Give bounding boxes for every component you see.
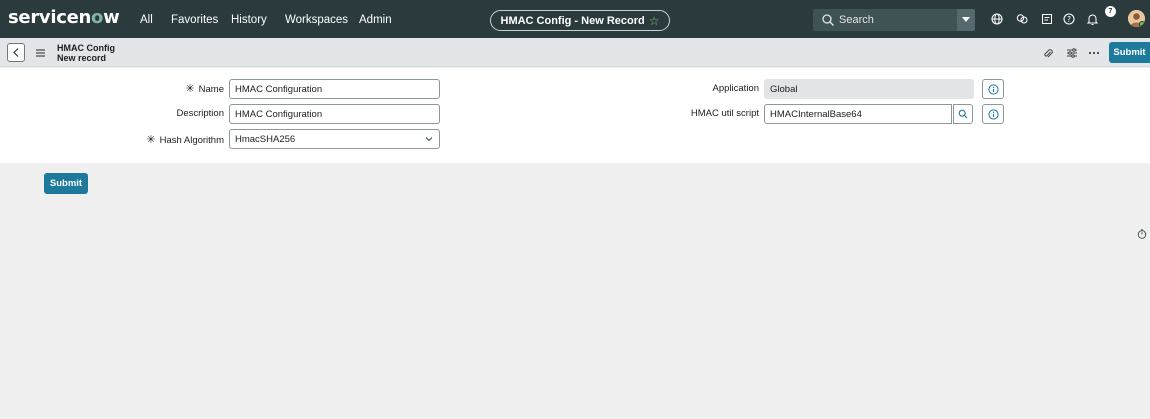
sliders-icon[interactable] (1066, 47, 1078, 59)
top-navigation-bar: servicenow All Favorites History Workspa… (0, 0, 1150, 38)
paperclip-icon[interactable] (1042, 47, 1054, 59)
application-info-button[interactable] (982, 79, 1004, 99)
required-marker-icon: ✳ (185, 83, 195, 95)
hmac-util-script-input[interactable]: HMACInternalBase64 (764, 104, 952, 124)
search-icon (958, 109, 968, 119)
help-icon[interactable]: ? (1062, 12, 1076, 26)
required-marker-icon: ✳ (146, 134, 156, 146)
hash-algorithm-select[interactable]: HmacSHA256 (229, 129, 440, 149)
application-label: Application (712, 83, 759, 94)
lookup-button[interactable] (953, 104, 973, 124)
nav-all[interactable]: All (140, 13, 153, 27)
form-record-state: New record (57, 53, 107, 63)
submit-button-footer[interactable]: Submit (44, 173, 88, 194)
description-label: Description (176, 108, 224, 119)
globe-icon[interactable] (990, 12, 1004, 26)
hash-algorithm-value: HmacSHA256 (235, 133, 296, 145)
svg-text:?: ? (1067, 15, 1071, 24)
servicenow-logo[interactable]: servicenow (8, 8, 120, 28)
nav-favorites[interactable]: Favorites (171, 13, 218, 27)
submit-button-header[interactable]: Submit (1109, 42, 1150, 63)
record-title-pill[interactable]: HMAC Config - New Record ☆ (490, 10, 670, 31)
name-label: ✳ Name (185, 83, 224, 95)
user-avatar[interactable] (1128, 10, 1145, 27)
back-button[interactable] (7, 43, 25, 62)
back-icon (13, 48, 19, 57)
menu-icon[interactable] (35, 48, 46, 58)
search-icon (822, 14, 834, 26)
presence-indicator (1139, 21, 1145, 27)
info-icon (987, 83, 999, 95)
search-scope-dropdown[interactable] (957, 9, 975, 31)
name-input[interactable]: HMAC Configuration (229, 79, 440, 99)
record-title: HMAC Config - New Record (500, 14, 645, 27)
chat-icon[interactable] (1015, 12, 1029, 26)
bell-icon[interactable] (1085, 12, 1099, 26)
notification-count-badge: 7 (1105, 6, 1116, 17)
list-icon[interactable] (1040, 12, 1054, 26)
util-script-info-button[interactable] (982, 104, 1004, 124)
form-body: ✳ Name HMAC Configuration Description HMA… (0, 68, 1150, 163)
timer-icon[interactable] (1137, 229, 1147, 239)
nav-history[interactable]: History (231, 13, 267, 27)
dropdown-arrow-icon (962, 17, 970, 22)
nav-admin[interactable]: Admin (359, 13, 392, 27)
form-table-name: HMAC Config (57, 43, 115, 53)
form-header-bar: HMAC Config New record Submit (0, 38, 1150, 67)
global-search[interactable]: Search (813, 9, 975, 31)
search-placeholder: Search (839, 14, 874, 26)
description-input[interactable]: HMAC Configuration (229, 104, 440, 124)
hash-algorithm-label: ✳ Hash Algorithm (146, 134, 224, 146)
favorite-star-icon[interactable]: ☆ (649, 14, 660, 28)
info-icon (987, 108, 999, 120)
nav-workspaces[interactable]: Workspaces (285, 13, 348, 27)
hmac-util-script-label: HMAC util script (690, 108, 759, 119)
more-icon[interactable] (1088, 47, 1100, 59)
chevron-down-icon (425, 137, 433, 142)
application-field: Global (764, 79, 974, 99)
